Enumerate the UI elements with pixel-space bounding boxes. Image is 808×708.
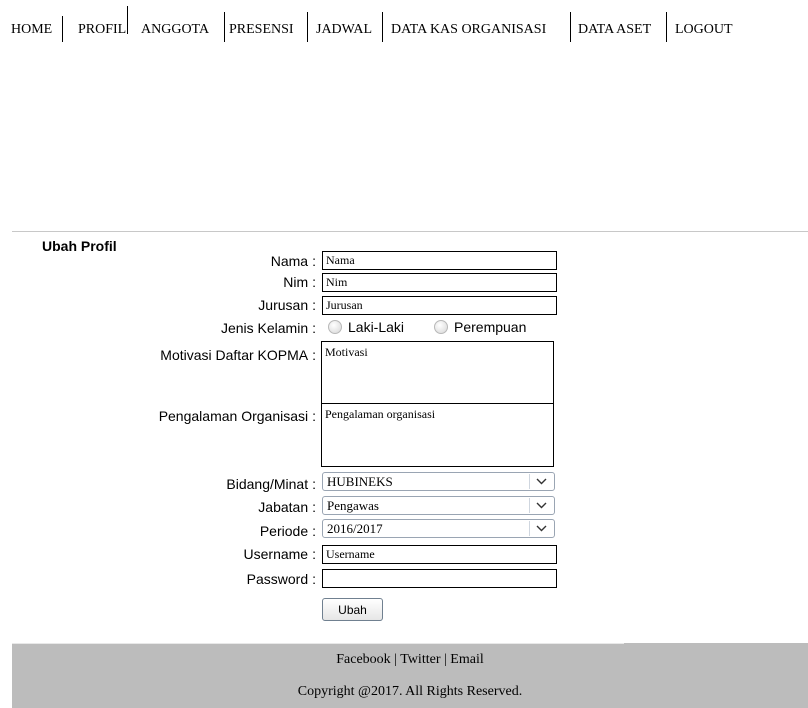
nav-data-aset[interactable]: DATA ASET <box>573 16 651 42</box>
label-bidang: Bidang/Minat: <box>226 476 316 492</box>
nav-separator <box>62 16 63 42</box>
nav-profil[interactable]: PROFIL <box>73 16 126 42</box>
nav-separator <box>127 6 128 34</box>
label-password: Password: <box>246 571 316 587</box>
form-title: Ubah Profil <box>42 238 117 254</box>
periode-select-value: 2016/2017 <box>327 521 383 536</box>
footer-separator: | <box>443 652 447 667</box>
ubah-button[interactable]: Ubah <box>322 598 383 621</box>
radio-label: Perempuan <box>454 319 527 335</box>
nav-jadwal[interactable]: JADWAL <box>311 16 372 42</box>
email-link[interactable]: Email <box>450 652 483 667</box>
label-jenis-kelamin: Jenis Kelamin: <box>220 320 316 336</box>
nim-input[interactable]: Nim <box>322 273 557 292</box>
footer: Facebook | Twitter | Email Copyright @20… <box>12 643 808 708</box>
jabatan-select-value: Pengawas <box>327 498 379 513</box>
label-jurusan: Jurusan: <box>258 297 316 313</box>
nav-anggota[interactable]: ANGGOTA <box>136 16 209 42</box>
nav-separator <box>570 12 571 42</box>
label-nim: Nim: <box>283 274 316 290</box>
radio-laki-laki[interactable]: Laki-Laki <box>328 319 404 335</box>
chevron-down-icon[interactable] <box>529 474 553 489</box>
jabatan-select[interactable]: Pengawas <box>322 496 555 515</box>
radio-circle-icon[interactable] <box>328 320 342 334</box>
radio-perempuan[interactable]: Perempuan <box>434 319 526 335</box>
nama-input[interactable]: Nama <box>322 251 557 270</box>
nav-data-kas-organisasi[interactable]: DATA KAS ORGANISASI <box>386 16 546 42</box>
radio-label: Laki-Laki <box>348 319 405 335</box>
username-input[interactable]: Username <box>322 545 557 564</box>
bidang-select-value: HUBINEKS <box>327 474 393 489</box>
label-pengalaman: Pengalaman Organisasi: <box>158 408 316 424</box>
footer-separator: | <box>394 652 397 667</box>
periode-select[interactable]: 2016/2017 <box>322 519 555 538</box>
chevron-down-icon[interactable] <box>529 498 553 513</box>
nav-separator <box>307 12 308 42</box>
password-input[interactable] <box>322 569 557 588</box>
nav-logout[interactable]: LOGOUT <box>670 16 733 42</box>
facebook-link[interactable]: Facebook <box>336 652 390 667</box>
chevron-down-icon[interactable] <box>529 521 553 536</box>
nav-separator <box>666 12 667 42</box>
bidang-select[interactable]: HUBINEKS <box>322 472 555 491</box>
radio-circle-icon[interactable] <box>434 320 448 334</box>
copyright: Copyright @2017. All Rights Reserved. <box>297 684 523 699</box>
nav-presensi[interactable]: PRESENSI <box>224 16 294 42</box>
motivasi-textarea[interactable]: Motivasi <box>321 341 554 405</box>
footer-links: Facebook | Twitter | Email <box>12 652 808 668</box>
twitter-link[interactable]: Twitter <box>400 652 440 667</box>
label-periode: Periode: <box>259 523 316 539</box>
label-nama: Nama: <box>270 253 316 269</box>
label-motivasi: Motivasi Daftar KOPMA: <box>160 347 316 363</box>
label-username: Username: <box>243 546 316 562</box>
divider <box>12 231 808 232</box>
pengalaman-textarea[interactable]: Pengalaman organisasi <box>321 403 554 467</box>
jurusan-input[interactable]: Jurusan <box>322 296 557 315</box>
label-jabatan: Jabatan: <box>258 499 316 515</box>
nav-home[interactable]: HOME <box>6 16 52 42</box>
footer-top-line <box>12 643 624 644</box>
nav-separator <box>382 12 383 42</box>
